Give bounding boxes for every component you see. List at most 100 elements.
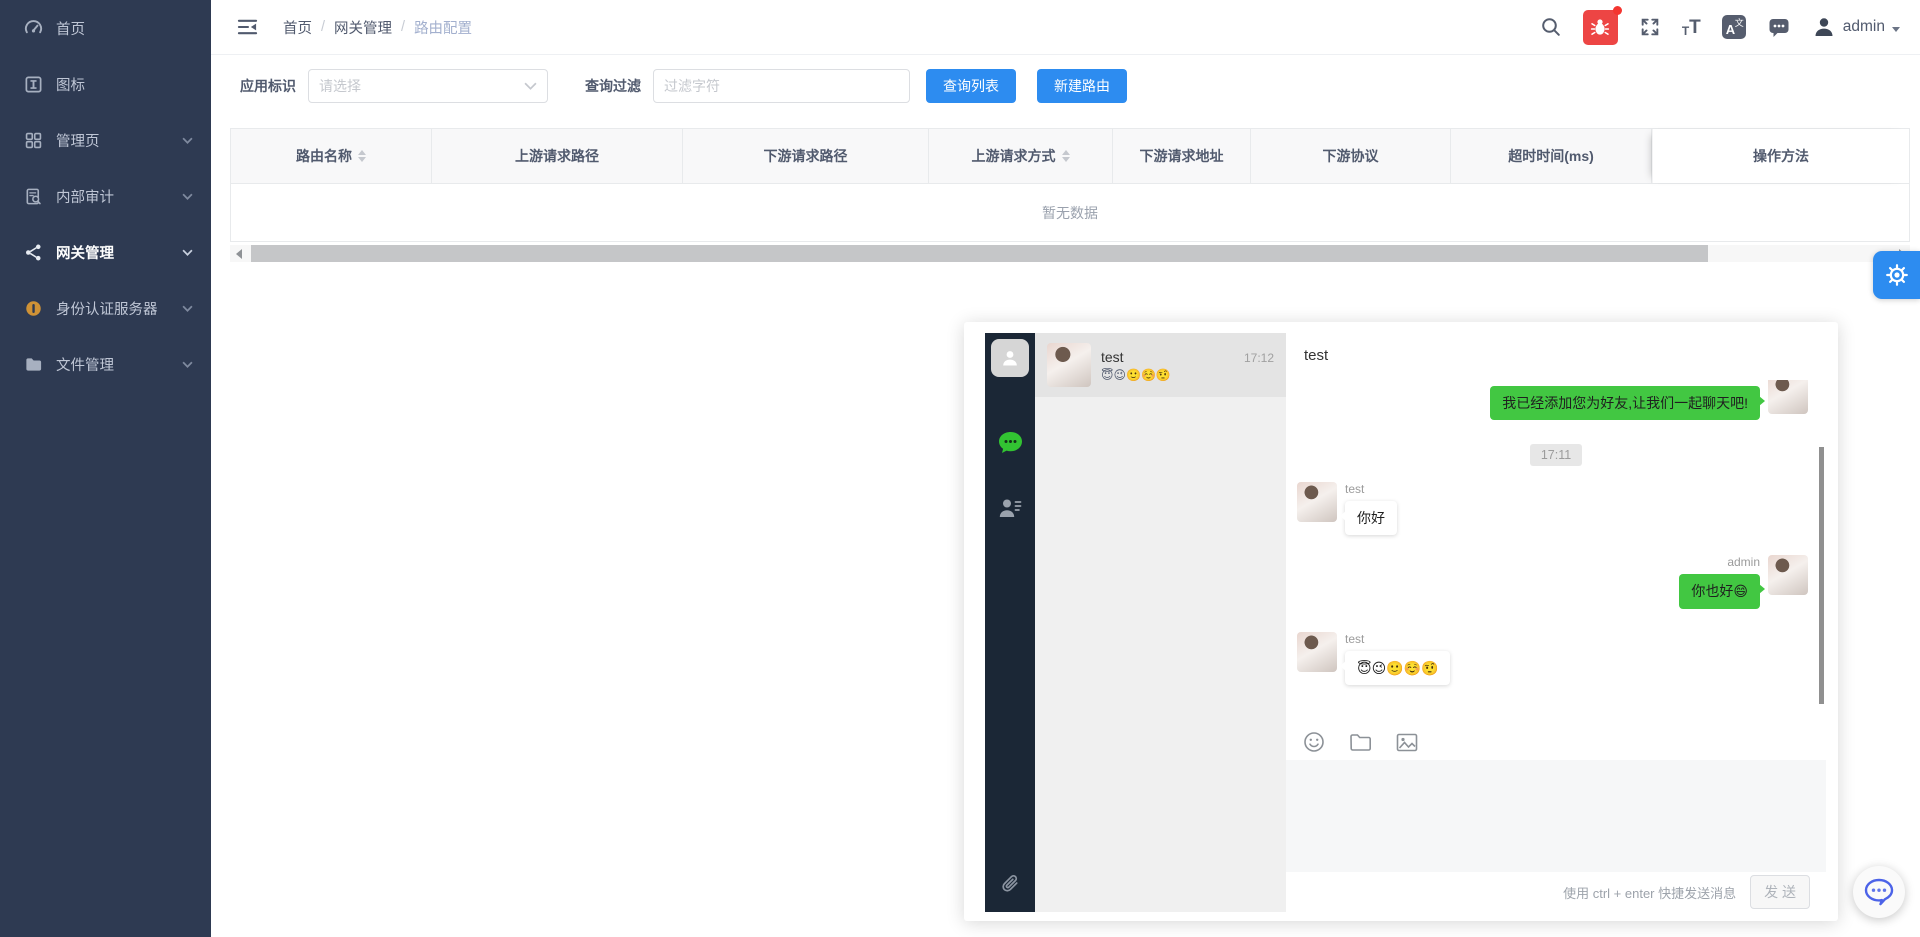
table-header: 路由名称 上游请求路径 下游请求路径 上游请求方式 下游请求地址 下游协议 超时…: [230, 128, 1910, 184]
user-avatar-icon: [1812, 15, 1836, 39]
column-upstream-path: 上游请求路径: [432, 129, 683, 183]
select-placeholder: 请选择: [319, 76, 524, 96]
empty-text: 暂无数据: [1042, 203, 1098, 223]
scroll-left-arrow[interactable]: [230, 245, 247, 262]
chevron-down-icon: [524, 82, 537, 90]
gear-icon: [1884, 262, 1910, 288]
icon-box-icon: [23, 74, 43, 94]
column-downstream-path: 下游请求路径: [683, 129, 929, 183]
translate-icon[interactable]: A 文: [1722, 15, 1746, 39]
breadcrumb-home[interactable]: 首页: [283, 17, 312, 38]
filter-toolbar: 应用标识 请选择 查询过滤 查询列表 新建路由: [240, 67, 1127, 105]
query-filter-label: 查询过滤: [585, 76, 641, 96]
chevron-down-icon: [182, 361, 193, 368]
breadcrumb-separator: /: [401, 19, 405, 35]
breadcrumb: 首页 / 网关管理 / 路由配置: [283, 17, 472, 38]
send-hint: 使用 ctrl + enter 快捷发送消息: [1563, 883, 1736, 902]
audit-icon: [23, 186, 43, 206]
message-bubble: 你好: [1345, 501, 1397, 535]
sidebar-item-label: 首页: [56, 18, 193, 39]
image-icon[interactable]: [1396, 733, 1418, 752]
sidebar-item-internal-audit[interactable]: 内部审计: [0, 168, 211, 224]
top-actions: TT A 文 admin: [1540, 10, 1900, 45]
sender-name: test: [1345, 632, 1450, 646]
column-timeout: 超时时间(ms): [1451, 129, 1652, 183]
message-incoming: test 你好: [1286, 482, 1826, 535]
user-name: admin: [1843, 18, 1885, 36]
chevron-down-icon: [182, 305, 193, 312]
composer-toolbar: [1286, 724, 1826, 760]
sender-name: test: [1345, 482, 1397, 496]
sort-icon[interactable]: [1062, 150, 1070, 162]
chat-profile-button[interactable]: [991, 339, 1029, 377]
contact-avatar: [1047, 343, 1091, 387]
scrollbar-thumb[interactable]: [1819, 447, 1824, 704]
sidebar-item-file-management[interactable]: 文件管理: [0, 336, 211, 392]
query-list-button[interactable]: 查询列表: [926, 69, 1016, 103]
chat-messages-tab[interactable]: [997, 430, 1024, 461]
message-outgoing: admin 你也好😄: [1286, 555, 1826, 608]
chevron-down-icon: [182, 137, 193, 144]
timestamp: 17:11: [1530, 444, 1582, 466]
message-outgoing: 我已经添加您为好友,让我们一起聊天吧!: [1286, 380, 1826, 420]
user-avatar-icon: [1000, 348, 1020, 368]
breadcrumb-gateway[interactable]: 网关管理: [334, 17, 392, 38]
sidebar-item-label: 内部审计: [56, 186, 176, 207]
message-bubble: 你也好😄: [1679, 574, 1760, 608]
sidebar-item-label: 网关管理: [56, 242, 176, 263]
breadcrumb-current: 路由配置: [414, 17, 472, 38]
app-id-select[interactable]: 请选择: [308, 69, 548, 103]
composer-area: [1286, 760, 1826, 872]
message-list: 我已经添加您为好友,让我们一起聊天吧! 17:11 test 你好 admin …: [1286, 380, 1826, 724]
sidebar-item-gateway[interactable]: 网关管理: [0, 224, 211, 280]
contact-last-message: 😇😉🙂☺️🤨: [1101, 368, 1274, 382]
font-size-icon[interactable]: TT: [1682, 18, 1701, 37]
message-icon[interactable]: [1767, 16, 1791, 39]
sidebar-item-label: 图标: [56, 74, 193, 95]
sidebar-item-admin-pages[interactable]: 管理页: [0, 112, 211, 168]
column-downstream-address: 下游请求地址: [1113, 129, 1251, 183]
chat-bubble-icon: [1863, 877, 1895, 907]
chevron-down-icon: [182, 249, 193, 256]
sidebar: 首页 图标 管理页 内部审计 网关管理 身份认证服务器: [0, 0, 211, 937]
create-route-button[interactable]: 新建路由: [1037, 69, 1127, 103]
sidebar-item-label: 管理页: [56, 130, 176, 151]
search-icon[interactable]: [1540, 16, 1562, 38]
file-icon[interactable]: [1349, 732, 1372, 752]
emoji-icon[interactable]: [1303, 731, 1325, 753]
column-upstream-method[interactable]: 上游请求方式: [929, 129, 1113, 183]
conversation-title: test: [1286, 333, 1826, 380]
sidebar-item-home[interactable]: 首页: [0, 0, 211, 56]
fullscreen-icon[interactable]: [1639, 16, 1661, 38]
sidebar-item-auth-server[interactable]: 身份认证服务器: [0, 280, 211, 336]
scrollbar-thumb[interactable]: [251, 245, 1708, 262]
chat-bubble-icon: [997, 430, 1024, 456]
bug-report-button[interactable]: [1583, 10, 1618, 45]
attachment-icon[interactable]: [1000, 874, 1021, 900]
message-input[interactable]: [1286, 760, 1826, 872]
column-route-name[interactable]: 路由名称: [231, 129, 432, 183]
time-divider: 17:11: [1286, 444, 1826, 466]
contact-time: 17:12: [1244, 351, 1274, 365]
column-actions: 操作方法: [1652, 129, 1909, 183]
contacts-icon: [998, 497, 1022, 519]
sidebar-item-label: 身份认证服务器: [56, 298, 176, 319]
column-downstream-protocol: 下游协议: [1251, 129, 1451, 183]
auth-server-icon: [23, 298, 43, 318]
contact-item-test[interactable]: test 17:12 😇😉🙂☺️🤨: [1035, 333, 1286, 397]
folder-icon: [23, 354, 43, 374]
sort-icon[interactable]: [358, 150, 366, 162]
send-button[interactable]: 发 送: [1750, 875, 1810, 909]
chevron-down-icon: [182, 193, 193, 200]
horizontal-scrollbar[interactable]: [230, 245, 1910, 262]
filter-input[interactable]: [653, 69, 910, 103]
avatar: [1768, 380, 1808, 414]
chat-launcher-button[interactable]: [1853, 866, 1905, 918]
settings-button[interactable]: [1873, 251, 1920, 299]
sidebar-item-icons[interactable]: 图标: [0, 56, 211, 112]
sidebar-collapse-icon[interactable]: [235, 15, 259, 39]
user-menu[interactable]: admin: [1812, 15, 1900, 39]
sidebar-item-label: 文件管理: [56, 354, 176, 375]
chat-contacts-tab[interactable]: [998, 497, 1022, 524]
dashboard-icon: [23, 18, 43, 38]
